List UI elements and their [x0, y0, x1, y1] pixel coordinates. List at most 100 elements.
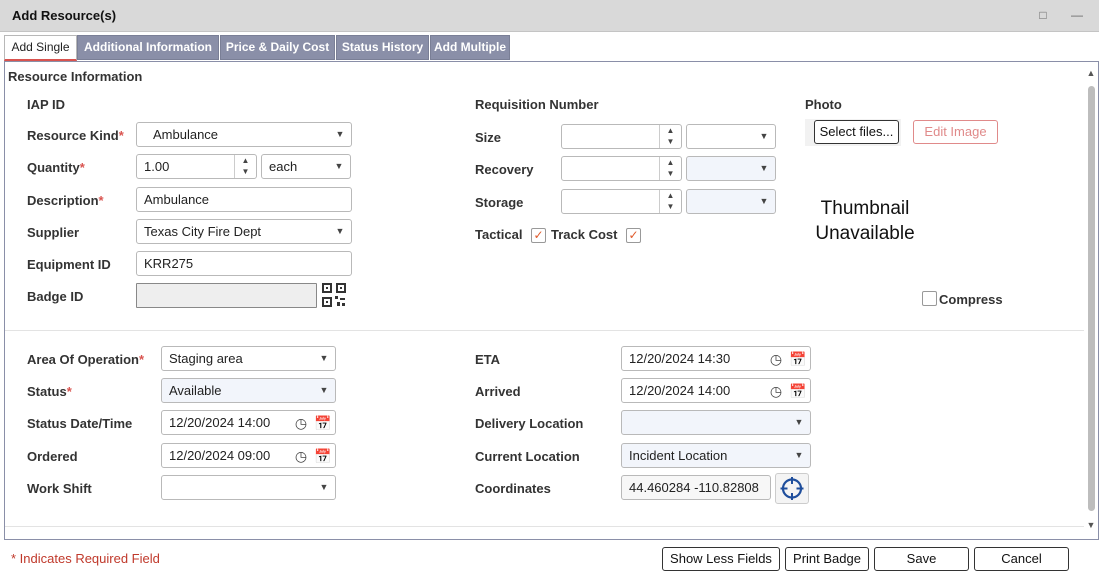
- increment-icon[interactable]: ▲: [660, 190, 681, 201]
- increment-icon[interactable]: ▲: [660, 157, 681, 168]
- eta-label: ETA: [475, 352, 501, 367]
- section-title: Resource Information: [8, 69, 143, 84]
- crosshair-locate-icon[interactable]: [775, 473, 809, 504]
- resource-form-panel: Resource Information IAP ID Resource Kin…: [4, 61, 1099, 540]
- status-label: Status*: [27, 384, 72, 399]
- print-badge-button[interactable]: Print Badge: [785, 547, 869, 571]
- decrement-icon[interactable]: ▼: [660, 136, 681, 147]
- delivery-location-label: Delivery Location: [475, 416, 584, 431]
- description-label: Description*: [27, 193, 104, 208]
- calendar-icon[interactable]: 📅: [788, 381, 808, 401]
- status-date-time-picker[interactable]: 12/20/2024 14:00 ◷ 📅: [161, 410, 336, 435]
- calendar-icon[interactable]: 📅: [313, 446, 333, 466]
- coordinates-label: Coordinates: [475, 481, 551, 496]
- current-location-value: Incident Location: [629, 448, 728, 463]
- quantity-unit-dropdown[interactable]: each ▼: [261, 154, 351, 179]
- supplier-value: Texas City Fire Dept: [144, 224, 262, 239]
- resource-kind-value: Ambulance: [153, 127, 219, 142]
- clock-icon[interactable]: ◷: [291, 413, 311, 433]
- ordered-date-time-picker[interactable]: 12/20/2024 09:00 ◷ 📅: [161, 443, 336, 468]
- cancel-button[interactable]: Cancel: [974, 547, 1069, 571]
- tab-additional-information[interactable]: Additional Information: [77, 35, 219, 60]
- badge-id-label: Badge ID: [27, 289, 84, 304]
- tab-price-daily-cost[interactable]: Price & Daily Cost: [220, 35, 335, 60]
- equipment-id-label: Equipment ID: [27, 257, 111, 272]
- minimize-icon[interactable]: —: [1068, 6, 1086, 24]
- chevron-down-icon: ▼: [794, 450, 804, 460]
- chevron-down-icon: ▼: [319, 385, 329, 395]
- recovery-unit-dropdown[interactable]: ▼: [686, 156, 776, 181]
- calendar-icon[interactable]: 📅: [788, 349, 808, 369]
- size-unit-dropdown[interactable]: ▼: [686, 124, 776, 149]
- compress-label: Compress: [939, 292, 1003, 307]
- scroll-thumb[interactable]: [1088, 86, 1095, 511]
- decrement-icon[interactable]: ▼: [660, 201, 681, 212]
- supplier-label: Supplier: [27, 225, 80, 240]
- area-of-operation-dropdown[interactable]: Staging area ▼: [161, 346, 336, 371]
- decrement-icon[interactable]: ▼: [660, 168, 681, 179]
- decrement-icon[interactable]: ▼: [235, 166, 256, 177]
- show-less-fields-button[interactable]: Show Less Fields: [662, 547, 780, 571]
- supplier-dropdown[interactable]: Texas City Fire Dept ▼: [136, 219, 352, 244]
- resource-kind-dropdown[interactable]: Ambulance ▼: [136, 122, 352, 147]
- arrived-label: Arrived: [475, 384, 521, 399]
- maximize-icon[interactable]: □: [1034, 6, 1052, 24]
- stepper-buttons: ▲ ▼: [659, 157, 681, 180]
- status-date-time-label: Status Date/Time: [27, 416, 133, 431]
- description-field[interactable]: Ambulance: [136, 187, 352, 212]
- photo-label: Photo: [805, 97, 842, 112]
- coordinates-field[interactable]: 44.460284 -110.82808: [621, 475, 771, 500]
- chevron-down-icon: ▼: [334, 161, 344, 171]
- stepper-buttons: ▲ ▼: [659, 190, 681, 213]
- resource-kind-label: Resource Kind*: [27, 128, 124, 143]
- section-divider: [5, 330, 1084, 331]
- chevron-down-icon: ▼: [759, 163, 769, 173]
- compress-checkbox[interactable]: [922, 291, 937, 306]
- tactical-label: Tactical: [475, 227, 523, 242]
- recovery-stepper[interactable]: ▲ ▼: [561, 156, 682, 181]
- track-cost-label: Track Cost: [551, 227, 618, 242]
- equipment-id-field[interactable]: KRR275: [136, 251, 352, 276]
- clock-icon[interactable]: ◷: [766, 349, 786, 369]
- clock-icon[interactable]: ◷: [766, 381, 786, 401]
- chevron-down-icon: ▼: [319, 482, 329, 492]
- select-files-button[interactable]: Select files...: [814, 120, 899, 144]
- increment-icon[interactable]: ▲: [660, 125, 681, 136]
- thumbnail-line-1: Thumbnail: [820, 198, 910, 219]
- scroll-down-icon[interactable]: ▼: [1086, 520, 1096, 530]
- tab-add-multiple[interactable]: Add Multiple: [430, 35, 510, 60]
- recovery-label: Recovery: [475, 162, 534, 177]
- stepper-buttons: ▲ ▼: [659, 125, 681, 148]
- size-stepper[interactable]: ▲ ▼: [561, 124, 682, 149]
- current-location-dropdown[interactable]: Incident Location ▼: [621, 443, 811, 468]
- tab-status-history[interactable]: Status History: [336, 35, 429, 60]
- increment-icon[interactable]: ▲: [235, 155, 256, 166]
- status-dropdown[interactable]: Available ▼: [161, 378, 336, 403]
- delivery-location-dropdown[interactable]: ▼: [621, 410, 811, 435]
- storage-stepper[interactable]: ▲ ▼: [561, 189, 682, 214]
- eta-date-time-picker[interactable]: 12/20/2024 14:30 ◷ 📅: [621, 346, 811, 371]
- required-field-note: * Indicates Required Field: [11, 551, 160, 566]
- arrived-date-time-picker[interactable]: 12/20/2024 14:00 ◷ 📅: [621, 378, 811, 403]
- tab-add-single[interactable]: Add Single: [4, 35, 77, 61]
- quantity-stepper[interactable]: 1.00 ▲ ▼: [136, 154, 257, 179]
- chevron-down-icon: ▼: [759, 196, 769, 206]
- edit-image-button[interactable]: Edit Image: [913, 120, 998, 144]
- storage-unit-dropdown[interactable]: ▼: [686, 189, 776, 214]
- clock-icon[interactable]: ◷: [291, 446, 311, 466]
- thumbnail-line-2: Unavailable: [815, 223, 915, 244]
- status-date-time-value: 12/20/2024 14:00: [169, 415, 271, 430]
- scroll-up-icon[interactable]: ▲: [1086, 68, 1096, 78]
- vertical-scrollbar[interactable]: ▲ ▼: [1084, 62, 1098, 539]
- window-titlebar: Add Resource(s) □ —: [0, 0, 1099, 32]
- work-shift-label: Work Shift: [27, 481, 92, 496]
- calendar-icon[interactable]: 📅: [313, 413, 333, 433]
- quantity-label: Quantity*: [27, 160, 85, 175]
- tactical-checkbox[interactable]: ✓: [531, 228, 546, 243]
- ordered-value: 12/20/2024 09:00: [169, 448, 271, 463]
- qr-code-icon[interactable]: [321, 282, 347, 308]
- save-button[interactable]: Save: [874, 547, 969, 571]
- status-value: Available: [169, 383, 222, 398]
- track-cost-checkbox[interactable]: ✓: [626, 228, 641, 243]
- work-shift-dropdown[interactable]: ▼: [161, 475, 336, 500]
